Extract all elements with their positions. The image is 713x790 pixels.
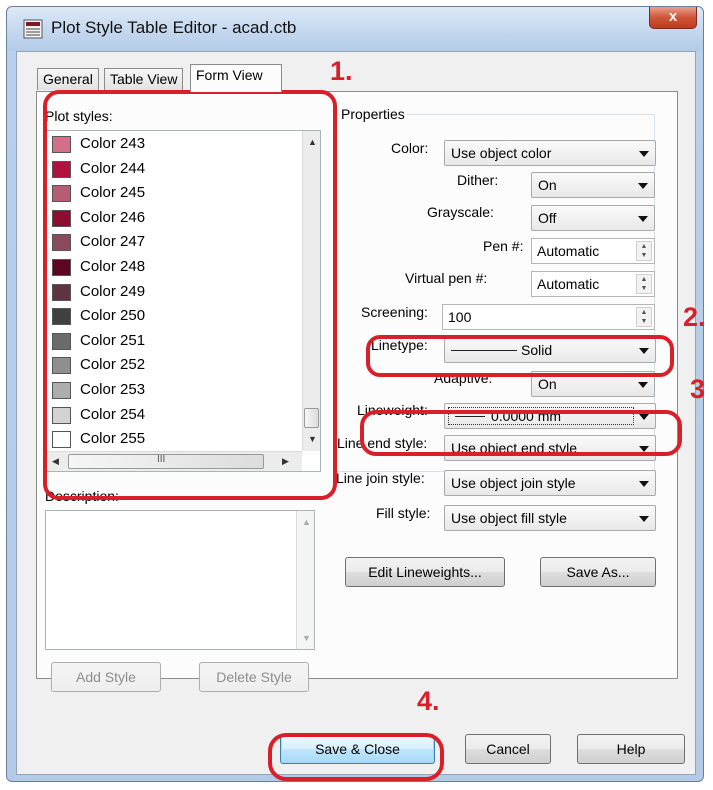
spinner-arrows-icon[interactable]: ▲ ▼	[636, 307, 652, 327]
color-value: Use object color	[451, 145, 552, 161]
plot-style-app-icon	[23, 19, 43, 39]
annotation-box-2	[366, 335, 674, 377]
annotation-box-1	[43, 90, 337, 500]
fill-style-value: Use object fill style	[451, 510, 567, 526]
virtual-pen-spinner[interactable]: Automatic ▲ ▼	[531, 271, 655, 297]
chevron-down-icon	[639, 151, 649, 157]
chevron-down-icon	[639, 516, 649, 522]
edit-lineweights-button[interactable]: Edit Lineweights...	[345, 557, 505, 587]
screening-spinner[interactable]: 100 ▲ ▼	[442, 304, 655, 330]
close-button[interactable]: x	[649, 7, 697, 29]
description-scrollbar[interactable]: ▲ ▼	[296, 511, 314, 649]
title-bar[interactable]: Plot Style Table Editor - acad.ctb x	[7, 7, 703, 51]
tab-form-view-label: Form View	[196, 67, 263, 83]
chevron-down-icon	[639, 481, 649, 487]
annotation-number-4: 4.	[417, 686, 440, 716]
pen-number-value: Automatic	[537, 243, 600, 259]
dither-label: Dither:	[457, 172, 499, 188]
virtual-pen-value: Automatic	[537, 276, 600, 292]
color-dropdown[interactable]: Use object color	[444, 140, 656, 166]
desc-scroll-up-icon[interactable]: ▲	[302, 517, 311, 527]
annotation-number-3: 3	[690, 374, 706, 404]
line-join-style-dropdown[interactable]: Use object join style	[444, 470, 656, 496]
tab-form-view[interactable]: Form View	[190, 64, 282, 92]
description-textarea[interactable]: ▲ ▼	[45, 510, 315, 650]
desc-scroll-down-icon[interactable]: ▼	[302, 633, 311, 643]
pen-number-spinner[interactable]: Automatic ▲ ▼	[531, 238, 655, 264]
delete-style-button[interactable]: Delete Style	[199, 662, 309, 692]
tab-table-view-label: Table View	[110, 71, 178, 87]
grayscale-value: Off	[538, 210, 557, 226]
line-join-style-value: Use object join style	[451, 475, 576, 491]
tab-general[interactable]: General	[37, 68, 99, 90]
adaptive-value: On	[538, 376, 557, 392]
annotation-number-1: 1.	[330, 56, 353, 86]
window-title: Plot Style Table Editor - acad.ctb	[51, 18, 297, 37]
dither-dropdown[interactable]: On	[531, 172, 655, 198]
help-button[interactable]: Help	[577, 734, 685, 764]
pen-number-label: Pen #:	[483, 238, 524, 254]
close-icon: x	[668, 8, 678, 25]
tab-table-view[interactable]: Table View	[104, 68, 184, 90]
chevron-down-icon	[638, 216, 648, 222]
spinner-arrows-icon[interactable]: ▲ ▼	[636, 241, 652, 261]
grayscale-label: Grayscale:	[427, 204, 494, 220]
save-as-button[interactable]: Save As...	[540, 557, 656, 587]
chevron-down-icon	[638, 183, 648, 189]
screening-label: Screening:	[361, 304, 428, 320]
spinner-arrows-icon[interactable]: ▲ ▼	[636, 274, 652, 294]
add-style-button[interactable]: Add Style	[51, 662, 161, 692]
fill-style-dropdown[interactable]: Use object fill style	[444, 505, 656, 531]
annotation-number-2: 2.	[683, 302, 706, 332]
annotation-box-4	[268, 733, 444, 781]
annotation-box-3	[360, 410, 682, 456]
properties-label: Properties	[339, 106, 407, 122]
tab-general-label: General	[43, 71, 93, 87]
dither-value: On	[538, 177, 557, 193]
cancel-button[interactable]: Cancel	[465, 734, 551, 764]
screening-value: 100	[448, 309, 472, 325]
chevron-down-icon	[638, 382, 648, 388]
color-label: Color:	[391, 140, 429, 156]
grayscale-dropdown[interactable]: Off	[531, 205, 655, 231]
virtual-pen-label: Virtual pen #:	[405, 270, 488, 286]
fill-style-label: Fill style:	[376, 505, 431, 521]
line-join-style-label: Line join style:	[336, 470, 425, 486]
